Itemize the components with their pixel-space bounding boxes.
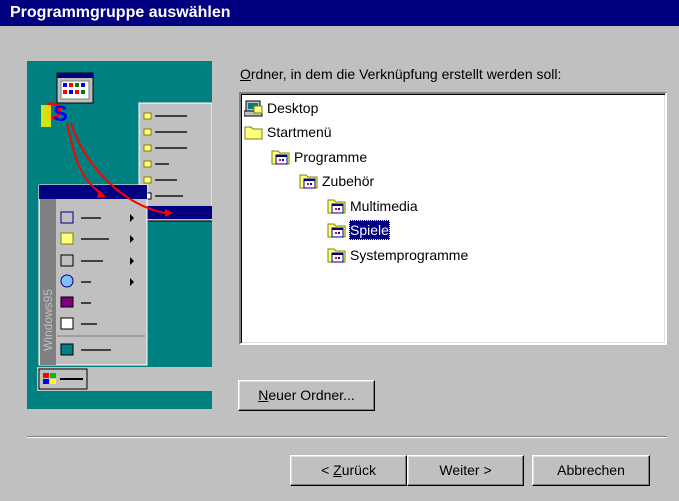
svg-text:S: S	[53, 101, 68, 126]
folder-tree-view[interactable]: Desktop Startmenü Programme Zubehör Mult…	[239, 92, 667, 345]
program-group-icon	[327, 248, 346, 263]
next-button[interactable]: Weiter >	[407, 455, 524, 486]
folder-icon	[244, 126, 263, 140]
program-group-icon	[327, 223, 346, 238]
window-title: Programmgruppe auswählen	[10, 4, 231, 21]
back-button[interactable]: < Zurück	[290, 455, 407, 486]
cancel-button[interactable]: Abbrechen	[532, 455, 650, 486]
program-group-icon	[327, 199, 346, 214]
illustration-graphic: D S Windows95	[27, 61, 212, 409]
folder-instruction-label: Ordner, in dem die Verknüpfung erstellt …	[240, 66, 562, 82]
start-menu-illustration: D S Windows95	[27, 61, 212, 409]
program-group-icon	[271, 150, 290, 165]
program-group-icon	[299, 174, 318, 189]
windows95-label: Windows95	[41, 289, 55, 351]
button-separator	[27, 436, 667, 438]
new-folder-button[interactable]: Neuer Ordner...	[238, 380, 375, 411]
title-bar: Programmgruppe auswählen	[0, 0, 679, 26]
desktop-icon	[244, 100, 263, 117]
